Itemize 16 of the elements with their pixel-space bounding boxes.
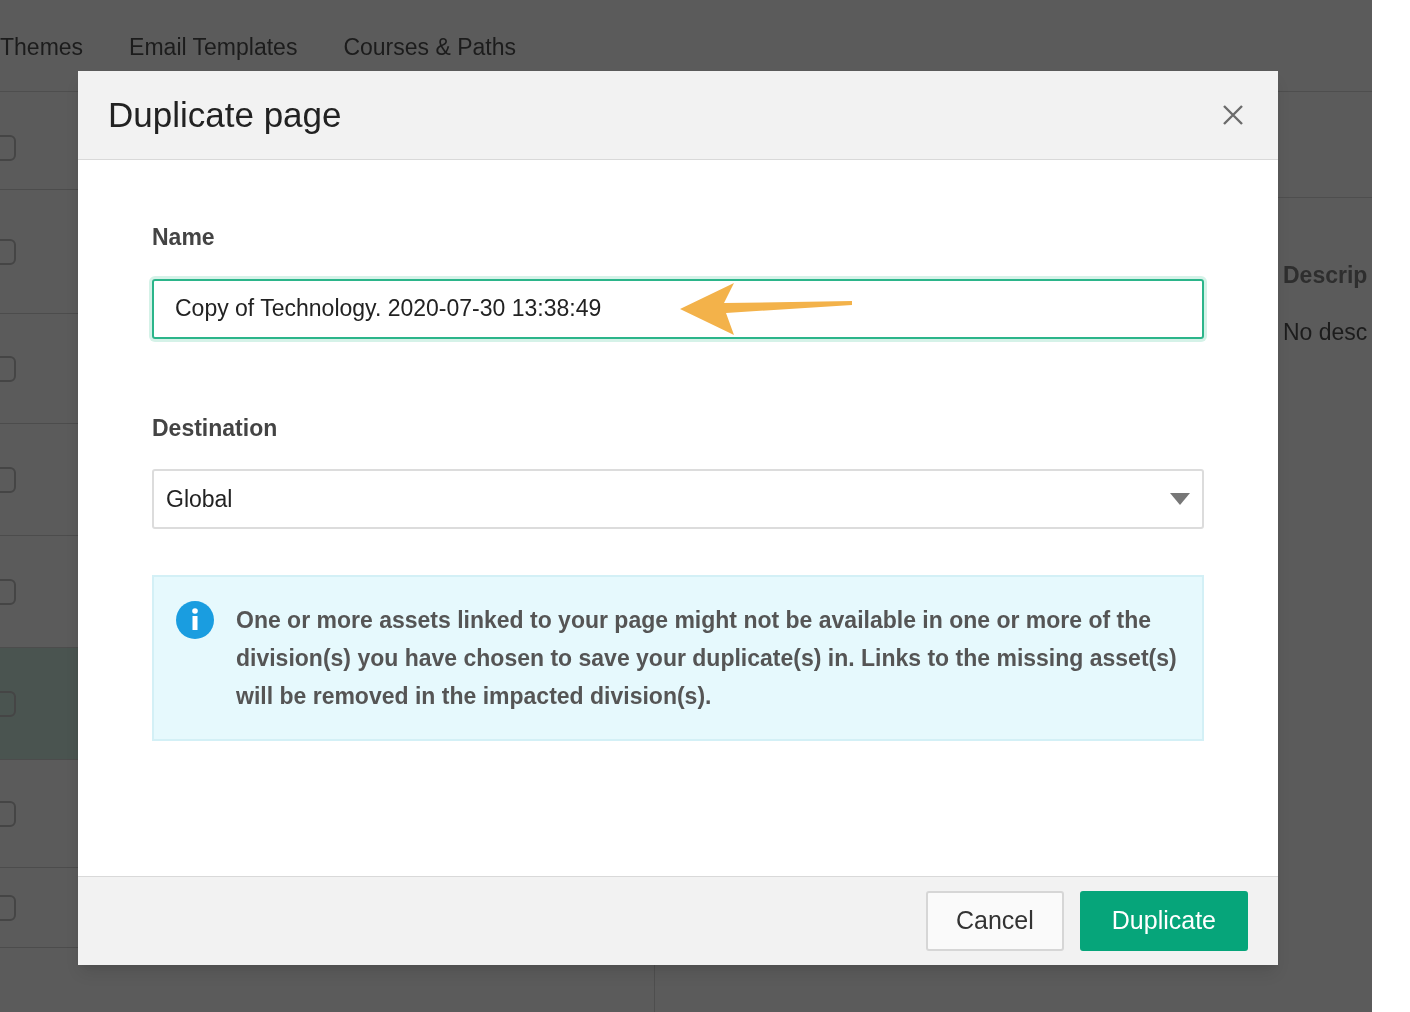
close-icon [1222,104,1244,126]
nav-tab[interactable]: Themes [0,30,84,65]
dialog-title: Duplicate page [108,93,342,136]
field-label: Name [152,223,216,252]
annotation-arrow-icon [678,280,854,337]
nav-tab[interactable]: Email Templates [129,30,298,65]
field-label: Destination [152,413,279,443]
nav-tab[interactable]: Courses & Paths [343,30,516,65]
info-icon [176,601,214,639]
name-input[interactable]: Copy of Technology. 2020-07-30 13:38:49 [152,278,1204,339]
cancel-button[interactable]: Cancel [925,891,1064,951]
destination-select[interactable]: Global [152,469,1204,529]
duplicate-button[interactable]: Duplicate [1079,891,1248,951]
detail-text: No desc [1283,317,1369,347]
caret-icon [1170,493,1190,505]
info-message: One or more assets linked to your page might not be available in one or more of the division(s) you have chosen to save your duplicate(s) in. Links to the missing asset(s) will be removed in the impacted division(s). [236,606,1178,711]
